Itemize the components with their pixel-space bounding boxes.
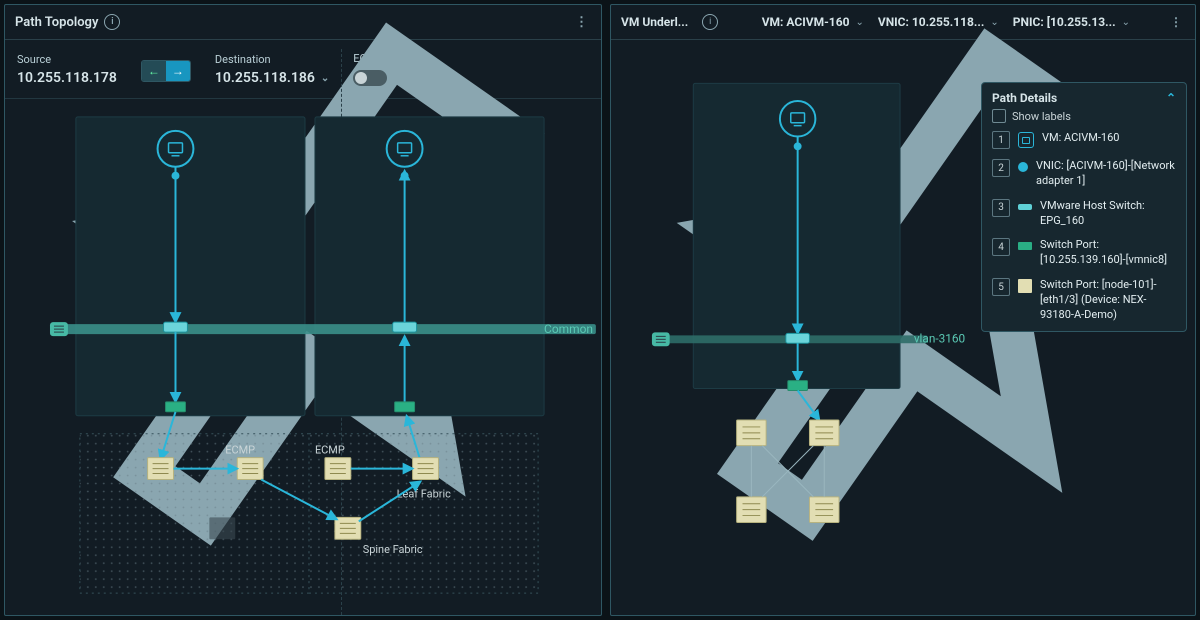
leaf-switch xyxy=(413,458,439,480)
vlan-label: vlan-3160 xyxy=(914,331,965,345)
details-title: Path Details xyxy=(992,91,1057,105)
path-details-panel: Path Details ⌃ Show labels 1 VM: ACIVM-1… xyxy=(981,82,1187,332)
pin-icon[interactable] xyxy=(1144,18,1152,26)
left-canvas[interactable]: Common xyxy=(5,99,601,615)
leaf-switch xyxy=(809,420,839,446)
path-topology-pane: Path Topology i ⋮ Source 10.255.118.178 … xyxy=(4,4,602,616)
path-step[interactable]: 2 VNIC: [ACIVM-160]-[Network adapter 1] xyxy=(992,159,1176,189)
spine-fabric-label: Spine Fabric xyxy=(363,543,423,556)
collapse-icon[interactable]: ⌃ xyxy=(1166,91,1176,105)
switch-port-icon xyxy=(1018,242,1032,250)
path-step[interactable]: 4 Switch Port: [10.255.139.160]-[vmnic8] xyxy=(992,238,1176,268)
common-label: Common xyxy=(544,322,593,336)
show-labels-checkbox[interactable] xyxy=(992,109,1006,123)
vm-icon xyxy=(1018,132,1034,148)
switch-icon xyxy=(1018,279,1032,293)
path-step[interactable]: 1 VM: ACIVM-160 xyxy=(992,131,1176,149)
path-step[interactable]: 5 Switch Port: [node-101]-[eth1/3] (Devi… xyxy=(992,278,1176,323)
vm-underlay-pane: VM Underl... i VM: ACIVM-160⌄ VNIC: 10.2… xyxy=(610,4,1196,616)
spine-switch xyxy=(809,497,839,523)
leaf-fabric-label: Leaf Fabric xyxy=(397,487,451,500)
vnic-icon xyxy=(1018,162,1028,172)
right-canvas[interactable]: vlan-3160 xyxy=(611,40,1195,615)
ecmp-badge: ECMP xyxy=(315,444,345,457)
leaf-switch xyxy=(148,458,174,480)
pin-icon[interactable] xyxy=(557,18,565,26)
leaf-switch xyxy=(325,458,351,480)
show-labels-label: Show labels xyxy=(1012,110,1071,123)
right-titlebar: VM Underl... i VM: ACIVM-160⌄ VNIC: 10.2… xyxy=(611,5,1195,40)
host-switch-icon xyxy=(1018,204,1032,210)
ecmp-toggle[interactable] xyxy=(353,70,387,86)
spine-switch xyxy=(335,517,361,539)
leaf-switch xyxy=(737,420,767,446)
ecmp-badge: ECMP xyxy=(225,444,255,457)
leaf-switch xyxy=(237,458,263,480)
left-topology-svg: Common xyxy=(5,99,601,615)
path-steps: 1 VM: ACIVM-160 2 VNIC: [ACIVM-160]-[Net… xyxy=(982,131,1186,323)
path-step[interactable]: 3 VMware Host Switch: EPG_160 xyxy=(992,199,1176,229)
spine-switch xyxy=(737,497,767,523)
left-titlebar: Path Topology i ⋮ xyxy=(5,5,601,40)
ghost-switch xyxy=(209,517,235,539)
